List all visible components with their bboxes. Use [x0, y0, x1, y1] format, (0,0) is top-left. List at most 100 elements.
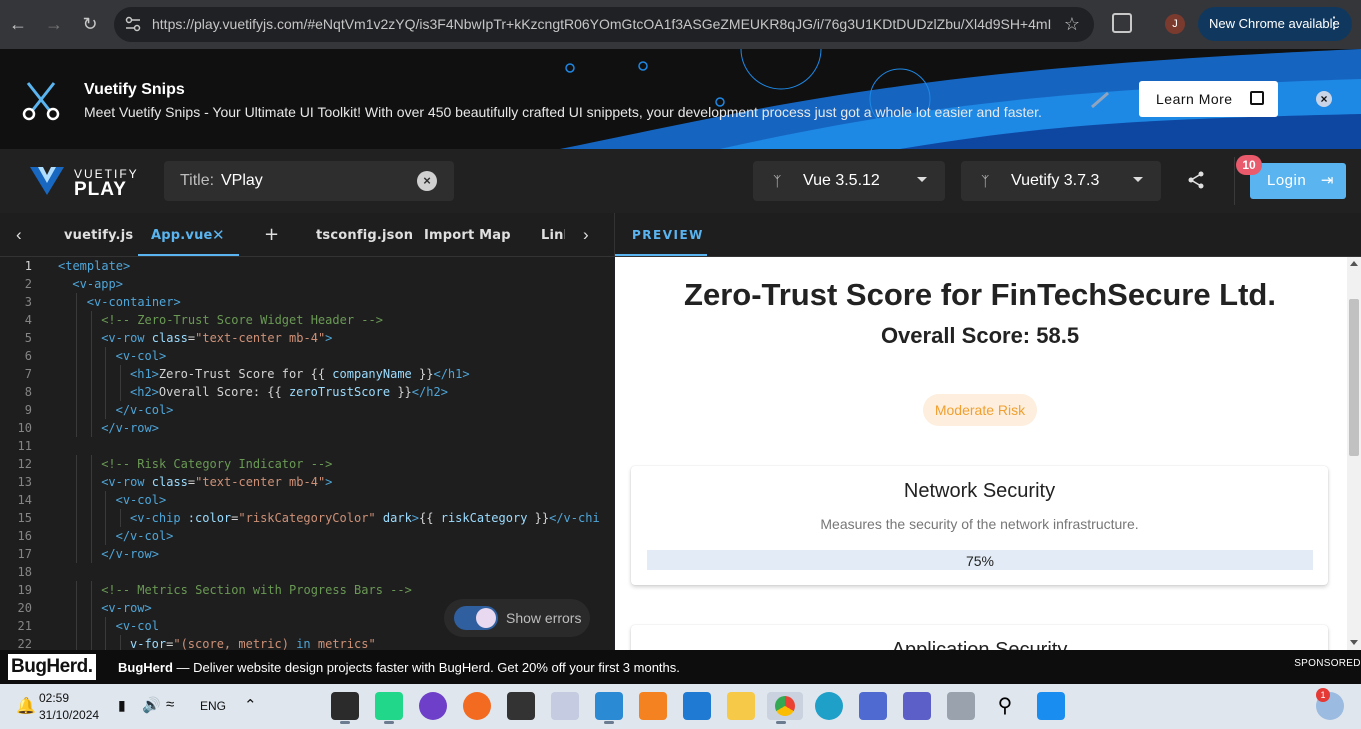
- search-icon[interactable]: ⚲: [991, 692, 1019, 720]
- toggle-switch[interactable]: [454, 606, 498, 630]
- clock-time[interactable]: 02:59: [39, 691, 69, 705]
- code-token: </h2>: [411, 385, 448, 399]
- code-line[interactable]: 6 <v-col>: [0, 347, 614, 365]
- address-bar[interactable]: https://play.vuetifyjs.com/#eNqtVm1v2zYQ…: [114, 7, 1094, 42]
- ad-bar[interactable]: BugHerd. BugHerd — Deliver website desig…: [0, 650, 1361, 684]
- code-line[interactable]: 16 </v-col>: [0, 527, 614, 545]
- store-icon[interactable]: [859, 692, 887, 720]
- code-editor[interactable]: 1 <template> 2 <v-app> 3 <v-container> 4 <!-- Z…: [0, 257, 614, 650]
- new-chrome-button[interactable]: New Chrome available ⋮: [1198, 7, 1352, 41]
- tab-vuetify-js[interactable]: vuetify.js: [64, 228, 133, 243]
- file-explorer-icon[interactable]: [727, 692, 755, 720]
- volume-icon[interactable]: 🔊: [142, 696, 161, 714]
- edge-icon[interactable]: [815, 692, 843, 720]
- xampp-icon[interactable]: [639, 692, 667, 720]
- code-text: <!-- Metrics Section with Progress Bars …: [101, 581, 412, 599]
- mail-icon[interactable]: [683, 692, 711, 720]
- vue-version-select[interactable]: ᛉ Vue 3.5.12: [753, 161, 945, 201]
- code-line[interactable]: 14 <v-col>: [0, 491, 614, 509]
- code-line[interactable]: 5 <v-row class="text-center mb-4">: [0, 329, 614, 347]
- reload-icon[interactable]: ↻: [78, 12, 102, 36]
- show-errors-toggle[interactable]: Show errors: [444, 599, 590, 637]
- code-line[interactable]: 8 <h2>Overall Score: {{ zeroTrustScore }}…: [0, 383, 614, 401]
- code-token: <!-- Zero-Trust Score Widget Header -->: [101, 313, 383, 327]
- ad-text[interactable]: BugHerd — Deliver website design project…: [118, 660, 680, 675]
- login-label: Login: [1267, 172, 1307, 189]
- postman-icon[interactable]: [463, 692, 491, 720]
- bookmark-star-icon[interactable]: ☆: [1064, 14, 1080, 35]
- notification-badge[interactable]: 10: [1236, 155, 1262, 175]
- tab-app-vue[interactable]: App.vue: [151, 228, 213, 243]
- code-line[interactable]: 12 <!-- Risk Category Indicator -->: [0, 455, 614, 473]
- vuetify-logo-icon[interactable]: [28, 165, 66, 197]
- vscode-icon[interactable]: [595, 692, 623, 724]
- code-line[interactable]: 18: [0, 563, 614, 581]
- clear-title-icon[interactable]: ×: [417, 171, 437, 191]
- chrome-icon[interactable]: [767, 692, 803, 724]
- menu-dots-icon[interactable]: ⋮: [1326, 7, 1342, 41]
- add-file-icon[interactable]: +: [264, 224, 279, 245]
- line-number: 19: [17, 583, 32, 597]
- code-text: </v-row>: [101, 419, 159, 437]
- code-line[interactable]: 7 <h1>Zero-Trust Score for {{ companyName…: [0, 365, 614, 383]
- code-line[interactable]: 19 <!-- Metrics Section with Progress Bar…: [0, 581, 614, 599]
- forward-icon[interactable]: →: [42, 12, 66, 36]
- indent-guide: [90, 617, 92, 635]
- task-view-icon[interactable]: [947, 692, 975, 720]
- code-line[interactable]: 13 <v-row class="text-center mb-4">: [0, 473, 614, 491]
- close-tab-icon[interactable]: ✕: [212, 226, 225, 244]
- login-button[interactable]: Login ⇥: [1250, 163, 1346, 199]
- indent-guide: [76, 347, 78, 365]
- editor-scrollbar[interactable]: [600, 257, 614, 650]
- back-icon[interactable]: ←: [6, 12, 30, 36]
- site-settings-icon[interactable]: [124, 15, 142, 33]
- indent-guide: [76, 635, 78, 650]
- tray-chevron-icon[interactable]: ⌃: [244, 696, 257, 714]
- code-line[interactable]: 15 <v-chip :color="riskCategoryColor" dar…: [0, 509, 614, 527]
- learn-more-button[interactable]: Learn More: [1139, 81, 1278, 117]
- wifi-icon[interactable]: ≈: [166, 696, 174, 713]
- share-icon[interactable]: [1187, 171, 1205, 189]
- code-line[interactable]: 4 <!-- Zero-Trust Score Widget Header -->: [0, 311, 614, 329]
- pycharm-icon[interactable]: [375, 692, 403, 724]
- code-line[interactable]: 9 </v-col>: [0, 401, 614, 419]
- scroll-down-icon[interactable]: [1350, 640, 1358, 645]
- code-line[interactable]: 11: [0, 437, 614, 455]
- tab-preview[interactable]: PREVIEW: [632, 228, 704, 242]
- notification-bell-icon[interactable]: 🔔: [16, 696, 36, 716]
- language-indicator[interactable]: ENG: [200, 699, 226, 713]
- code-line[interactable]: 2 <v-app>: [0, 275, 614, 293]
- close-banner-icon[interactable]: ×: [1316, 91, 1332, 107]
- cmd-icon[interactable]: [507, 692, 535, 720]
- github-desktop-icon[interactable]: [419, 692, 447, 720]
- tab-import-map[interactable]: Import Map: [424, 228, 511, 243]
- pen-app-icon[interactable]: [551, 692, 579, 720]
- teams-icon[interactable]: [903, 692, 931, 720]
- clock-date[interactable]: 31/10/2024: [39, 708, 99, 722]
- start-icon[interactable]: [1037, 692, 1065, 720]
- tab-link[interactable]: Link: [541, 228, 565, 243]
- terminal-icon[interactable]: [331, 692, 359, 724]
- url-text[interactable]: https://play.vuetifyjs.com/#eNqtVm1v2zYQ…: [152, 16, 1052, 32]
- scroll-thumb[interactable]: [1349, 299, 1359, 456]
- tabs-prev-icon[interactable]: ‹: [16, 225, 22, 245]
- tabs-next-icon[interactable]: ›: [583, 225, 589, 245]
- code-line[interactable]: 22 v-for="(score, metric) in metrics": [0, 635, 614, 650]
- risk-chip: Moderate Risk: [923, 394, 1037, 426]
- preview-scrollbar[interactable]: [1347, 257, 1361, 650]
- battery-icon[interactable]: ▮: [118, 697, 126, 714]
- extensions-icon[interactable]: [1112, 13, 1132, 33]
- vuetify-play-logo[interactable]: VUETIFY PLAY: [74, 167, 139, 201]
- profile-avatar[interactable]: J: [1165, 14, 1185, 34]
- code-line[interactable]: 3 <v-container>: [0, 293, 614, 311]
- title-field[interactable]: Title: VPlay ×: [164, 161, 454, 201]
- vuetify-version-select[interactable]: ᛉ Vuetify 3.7.3: [961, 161, 1161, 201]
- code-line[interactable]: 1 <template>: [0, 257, 614, 275]
- code-line[interactable]: 10 </v-row>: [0, 419, 614, 437]
- scroll-up-icon[interactable]: [1350, 261, 1358, 266]
- code-line[interactable]: 17 </v-row>: [0, 545, 614, 563]
- tab-tsconfig[interactable]: tsconfig.json: [316, 228, 413, 243]
- title-field-value[interactable]: VPlay: [221, 172, 263, 190]
- bugherd-logo[interactable]: BugHerd.: [8, 654, 96, 680]
- indent-guide: [105, 491, 107, 509]
